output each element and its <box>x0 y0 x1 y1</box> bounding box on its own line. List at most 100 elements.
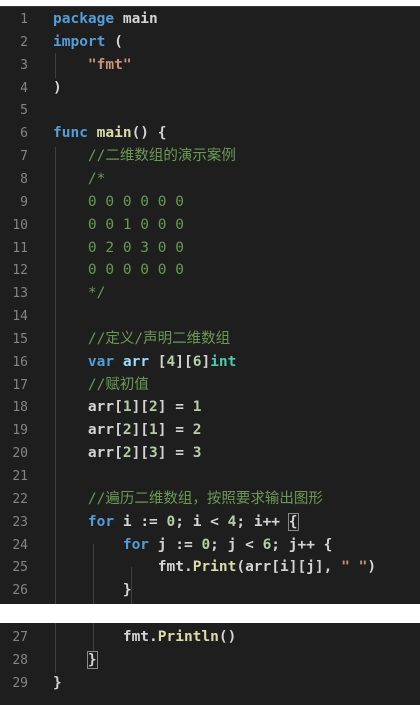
indent-guide <box>55 147 56 604</box>
code-token: main <box>114 11 158 27</box>
code-line[interactable]: 19 arr[2][1] = 2 <box>0 419 420 442</box>
code-text: var arr [4][6]int <box>53 351 236 374</box>
code-token: func <box>53 125 88 142</box>
line-number: 15 <box>12 331 28 347</box>
code-token: i := <box>114 513 167 530</box>
code-text: //遍历二维数组，按照要求输出图形 <box>53 488 323 511</box>
code-line[interactable]: 14 <box>0 305 420 328</box>
line-number: 3 <box>20 57 28 73</box>
line-number: 7 <box>20 149 28 165</box>
code-text: arr[1][2] = 1 <box>53 396 202 419</box>
code-line[interactable]: 6 func main() { <box>0 122 420 145</box>
code-token: 0 0 0 0 0 0 <box>87 193 184 210</box>
code-token: 1 <box>149 422 158 439</box>
code-line[interactable]: 7 //二维数组的演示案例 <box>0 145 420 168</box>
code-line[interactable]: 28 } <box>0 649 420 672</box>
code-text: import ( <box>53 31 123 54</box>
code-token: //二维数组的演示案例 <box>87 148 236 165</box>
code-text: 0 0 1 0 0 0 <box>53 214 184 237</box>
code-line[interactable]: 3 "fmt" <box>0 54 420 77</box>
code-text: */ <box>53 282 105 305</box>
code-line[interactable]: 15 //定义/声明二维数组 <box>0 328 420 351</box>
code-line[interactable]: 29} <box>0 672 420 695</box>
line-number: 21 <box>12 469 28 484</box>
code-token: fmt. <box>53 559 193 576</box>
code-text: //赋初值 <box>53 374 149 397</box>
code-token: int <box>210 353 237 370</box>
line-number: 6 <box>20 126 28 142</box>
code-line[interactable]: 27 fmt.Println() <box>0 626 420 649</box>
code-token: () <box>218 629 237 645</box>
code-line[interactable]: 18 arr[1][2] = 1 <box>0 396 420 419</box>
code-token: ][ <box>131 445 150 462</box>
code-text: } <box>53 672 62 695</box>
code-text: //定义/声明二维数组 <box>53 328 230 351</box>
code-line[interactable]: 4) <box>0 77 420 100</box>
code-line[interactable]: 8 /* <box>0 168 420 191</box>
code-line[interactable]: 24 for j := 0; j < 6; j++ { <box>0 534 420 557</box>
code-line[interactable]: 1 package main <box>0 8 420 31</box>
line-number: 4 <box>20 80 28 96</box>
code-line[interactable]: 21 <box>0 465 420 488</box>
code-token: arr <box>122 353 150 370</box>
code-line[interactable]: 13 */ <box>0 282 420 305</box>
code-text: for i := 0; i < 4; i++ { <box>53 511 299 534</box>
code-token: arr[ <box>53 422 123 439</box>
code-token: ( <box>105 33 123 50</box>
code-line[interactable]: 23 for i := 0; i < 4; i++ { <box>0 511 420 534</box>
code-token: //定义/声明二维数组 <box>87 330 231 347</box>
code-line[interactable]: 5 <box>0 99 420 122</box>
code-line[interactable]: 11 0 2 0 3 0 0 <box>0 237 420 260</box>
code-line[interactable]: 20 arr[2][3] = 3 <box>0 442 420 465</box>
code-token: main <box>96 125 132 142</box>
code-token: ] = <box>157 445 193 462</box>
code-token: for <box>122 536 150 553</box>
code-token: */ <box>87 285 106 302</box>
code-token: //赋初值 <box>87 376 149 393</box>
code-text: //二维数组的演示案例 <box>53 145 236 168</box>
indent-guide <box>93 544 94 604</box>
code-token: 4 <box>166 353 176 370</box>
code-token: ; j++ { <box>271 536 333 553</box>
line-number: 16 <box>12 354 28 370</box>
line-number: 1 <box>20 12 28 27</box>
code-token: arr[ <box>53 445 123 462</box>
code-text: arr[2][1] = 2 <box>53 419 202 442</box>
code-line[interactable]: 9 0 0 0 0 0 0 <box>0 191 420 214</box>
code-token: () { <box>131 125 167 142</box>
code-line[interactable]: 17 //赋初值 <box>0 374 420 397</box>
line-number: 22 <box>12 491 28 507</box>
code-text: arr[2][3] = 3 <box>53 442 202 465</box>
code-line[interactable]: 25 fmt.Print(arr[i][j], " ") <box>0 556 420 579</box>
code-line[interactable]: 12 0 0 0 0 0 0 <box>0 259 420 282</box>
code-line[interactable]: 26 } <box>0 579 420 602</box>
code-token: 3 <box>149 445 158 462</box>
line-number: 12 <box>12 263 28 279</box>
indent-guide <box>93 623 94 651</box>
code-text: for j := 0; j < 6; j++ { <box>53 534 333 557</box>
code-editor-panel-2[interactable]: 27 fmt.Println() 28 } 29} <box>0 623 420 705</box>
code-token: 0 0 1 0 0 0 <box>87 216 184 233</box>
line-number: 13 <box>12 286 28 302</box>
code-line[interactable]: 16 var arr [4][6]int <box>0 351 420 374</box>
code-text: package main <box>53 8 158 31</box>
code-editor-panel-1[interactable]: 1 package main 2 import (3 "fmt" 4) 5 6 func ma… <box>0 7 420 604</box>
code-token: fmt. <box>53 629 158 645</box>
code-line[interactable]: 22 //遍历二维数组，按照要求输出图形 <box>0 488 420 511</box>
code-text: func main() { <box>53 122 167 145</box>
code-line[interactable]: 2 import ( <box>0 31 420 54</box>
code-token: ] = <box>157 422 193 439</box>
code-line[interactable]: 10 0 0 1 0 0 0 <box>0 214 420 237</box>
code-text: fmt.Println() <box>53 626 237 649</box>
code-text: ) <box>53 77 62 100</box>
